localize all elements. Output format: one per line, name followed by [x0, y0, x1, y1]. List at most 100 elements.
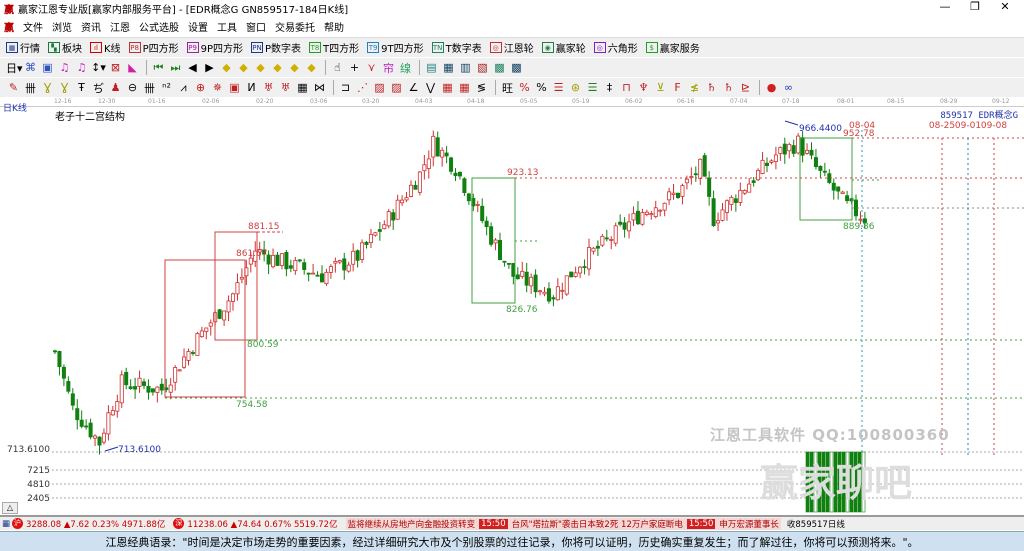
candle	[311, 272, 316, 275]
candle	[239, 276, 244, 280]
level-label: 754.58	[236, 400, 268, 410]
sz-index[interactable]: 11238.06 ▲74.64 0.67% 5519.72亿	[187, 518, 337, 530]
candle	[70, 393, 75, 406]
candle	[809, 149, 814, 156]
candle	[279, 253, 284, 266]
candle	[155, 386, 160, 393]
candle	[733, 198, 738, 203]
candle	[93, 435, 98, 439]
candle	[658, 209, 663, 212]
candle	[787, 144, 792, 152]
candle	[578, 266, 583, 274]
candle	[591, 247, 596, 252]
candle	[600, 235, 605, 246]
news-item[interactable]: 监将继续从房地产向金融投资转变	[348, 518, 476, 530]
candle	[729, 196, 734, 205]
level-label: 861.67	[236, 249, 268, 259]
candle	[195, 333, 200, 356]
structure-label: 老子十二宫结构	[55, 112, 125, 123]
candle	[137, 377, 142, 387]
candle	[230, 293, 235, 302]
candle	[489, 226, 494, 245]
candle	[355, 250, 360, 261]
candle	[119, 374, 124, 404]
candle	[813, 157, 818, 168]
candle	[582, 266, 587, 269]
candle	[693, 173, 698, 176]
candle	[124, 371, 129, 386]
candle	[689, 176, 694, 178]
candle	[391, 212, 396, 221]
candle	[346, 264, 351, 272]
candle	[644, 211, 649, 215]
level-label: 826.76	[506, 305, 538, 315]
candle	[208, 322, 213, 327]
candle	[742, 190, 747, 194]
low-marker	[104, 446, 119, 452]
high-marker	[784, 120, 799, 126]
future-date-label: 09-08	[981, 121, 1007, 131]
candle	[747, 183, 752, 193]
candle	[435, 137, 440, 157]
candle	[515, 274, 520, 280]
candle	[382, 224, 387, 230]
news-ticker[interactable]: 监将继续从房地产向金融投资转变 15:50 台风"塔拉斯"袭击日本致2死 12万…	[345, 517, 781, 530]
candle	[324, 271, 329, 285]
candle	[360, 242, 365, 260]
candle	[564, 275, 569, 295]
candle	[546, 288, 551, 302]
candle	[333, 261, 338, 264]
candle	[457, 171, 462, 177]
news-item[interactable]: 申万宏源董事长	[719, 518, 779, 530]
candle	[337, 260, 342, 263]
candle	[204, 327, 209, 332]
volume-tick: 2405	[27, 494, 50, 504]
candle	[328, 266, 333, 273]
candle	[698, 158, 703, 179]
candle	[738, 189, 743, 203]
candle	[141, 381, 146, 386]
candle	[57, 351, 62, 367]
candle	[377, 229, 382, 232]
candle	[306, 272, 311, 275]
news-item[interactable]: 台风"塔拉斯"袭击日本致2死 12万户家庭断电	[512, 518, 683, 530]
candle	[631, 212, 636, 221]
candle	[168, 384, 173, 393]
candle	[110, 410, 115, 416]
expand-panel-button[interactable]: △	[2, 502, 18, 514]
candle	[462, 178, 467, 194]
sh-index[interactable]: 3288.08 ▲7.62 0.23% 4971.88亿	[26, 518, 165, 530]
future-date-label: 08-04	[849, 121, 875, 131]
candle	[551, 297, 556, 300]
candle	[302, 262, 307, 270]
candle	[79, 419, 84, 427]
candle	[128, 386, 133, 389]
candle	[368, 233, 373, 244]
low-label: 713.6100	[118, 445, 161, 455]
candle	[676, 192, 681, 198]
candle	[293, 260, 298, 272]
candle	[622, 222, 627, 230]
candle	[440, 149, 445, 158]
candle	[845, 195, 850, 201]
candle	[653, 207, 658, 217]
level-label: 889.86	[843, 222, 875, 232]
candle	[417, 171, 422, 193]
candle	[386, 211, 391, 227]
candle	[538, 290, 543, 293]
candle	[422, 164, 427, 172]
period-label[interactable]: 日K线	[3, 101, 27, 114]
candle	[61, 366, 66, 379]
candle	[684, 178, 689, 184]
candle	[182, 356, 187, 368]
candle	[475, 203, 480, 206]
candle	[569, 271, 574, 278]
candle	[836, 186, 841, 192]
candle	[524, 271, 529, 286]
candle	[595, 245, 600, 249]
candle	[680, 185, 685, 197]
candle	[284, 251, 289, 270]
grid-icon: ▦	[2, 518, 11, 529]
candle	[88, 422, 93, 438]
candle	[159, 383, 164, 391]
